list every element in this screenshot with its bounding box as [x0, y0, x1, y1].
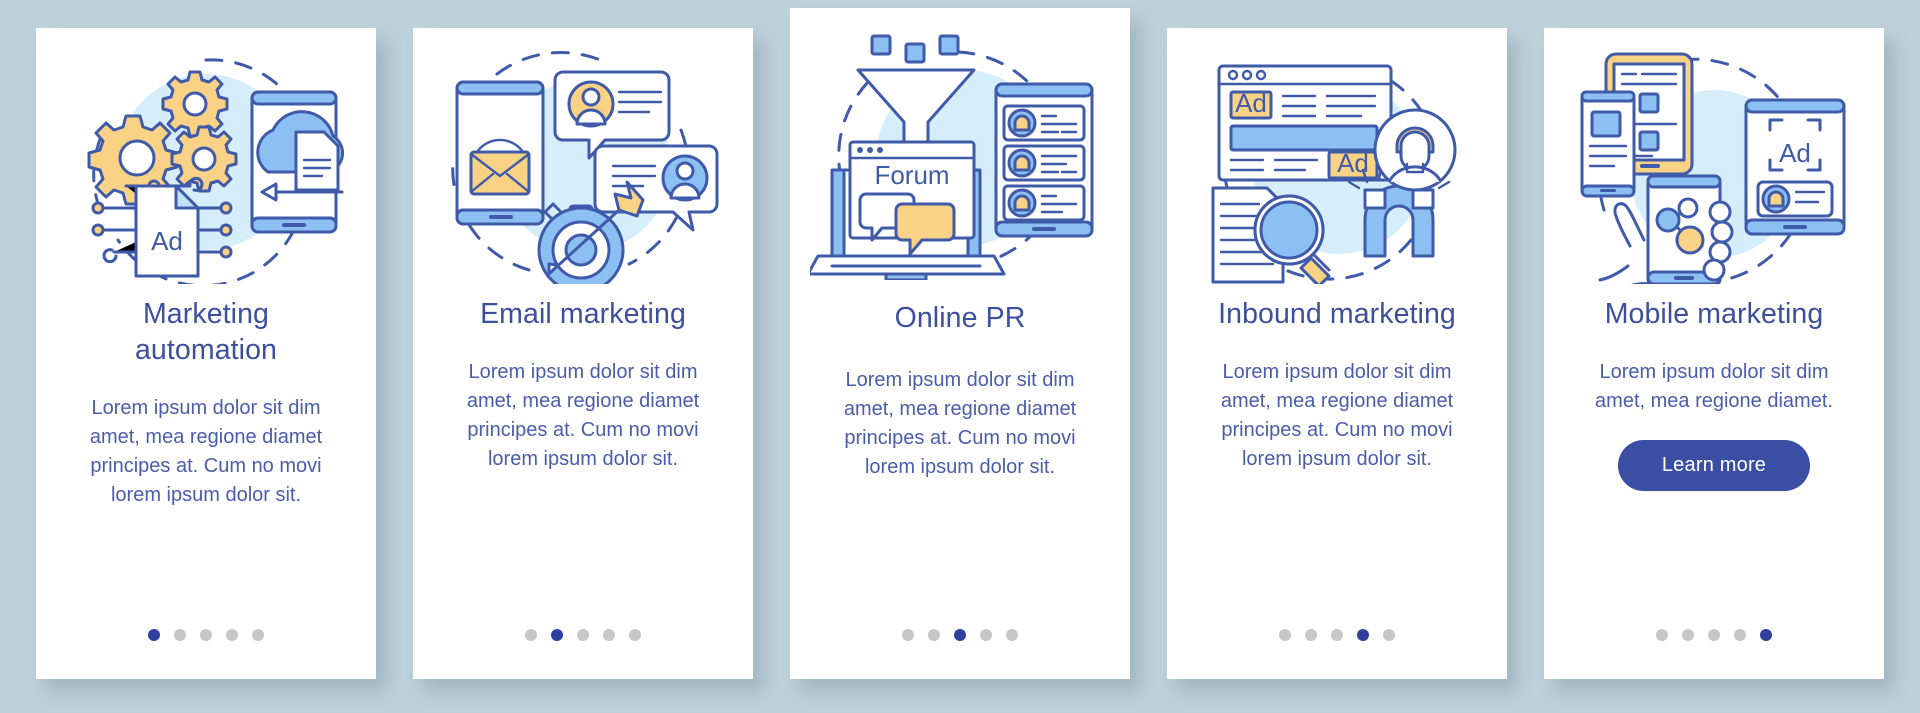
- pagination-dot[interactable]: [551, 629, 563, 641]
- pagination-dot[interactable]: [980, 629, 992, 641]
- pagination-dot[interactable]: [902, 629, 914, 641]
- card-title: Inbound marketing: [1218, 298, 1456, 330]
- inbound-marketing-illustration: Ad Ad: [1167, 28, 1507, 290]
- card-body: Lorem ipsum dolor sit dim amet, mea regi…: [89, 397, 323, 506]
- online-pr-illustration: Forum: [790, 8, 1130, 290]
- pagination-dot[interactable]: [928, 629, 940, 641]
- pagination-dot[interactable]: [148, 629, 160, 641]
- card-title: Marketing automation: [134, 298, 277, 366]
- ad-label: Ad: [1779, 138, 1811, 168]
- card-title: Email marketing: [480, 298, 686, 330]
- card-body: Lorem ipsum dolor sit dim amet, mea regi…: [466, 361, 700, 470]
- pagination-dot[interactable]: [1760, 629, 1772, 641]
- pagination-dots[interactable]: [1544, 629, 1884, 641]
- onboarding-card-marketing-automation[interactable]: Ad Marketing automation Lorem ipsum dolor…: [36, 28, 376, 679]
- pagination-dots[interactable]: [413, 629, 753, 641]
- pagination-dots[interactable]: [36, 629, 376, 641]
- pagination-dot[interactable]: [1708, 629, 1720, 641]
- pagination-dot[interactable]: [525, 629, 537, 641]
- pagination-dot[interactable]: [1279, 629, 1291, 641]
- card-body: Lorem ipsum dolor sit dim amet, mea regi…: [1595, 361, 1833, 412]
- card-title: Mobile marketing: [1604, 298, 1824, 330]
- onboarding-card-email-marketing[interactable]: Email marketing Lorem ipsum dolor sit di…: [413, 28, 753, 679]
- pagination-dot[interactable]: [1656, 629, 1668, 641]
- learn-more-button[interactable]: Learn more: [1617, 440, 1811, 491]
- ad-label: Ad: [151, 226, 183, 256]
- card-title: Online PR: [894, 302, 1026, 334]
- pagination-dot[interactable]: [1006, 629, 1018, 641]
- pagination-dot[interactable]: [603, 629, 615, 641]
- pagination-dot[interactable]: [1734, 629, 1746, 641]
- card-body: Lorem ipsum dolor sit dim amet, mea regi…: [843, 369, 1077, 478]
- ad-label: Ad: [1235, 88, 1267, 118]
- onboarding-screens-board: Ad Marketing automation Lorem ipsum dolor…: [0, 0, 1920, 713]
- onboarding-card-online-pr[interactable]: Forum Online PR Lorem ipsum dolor sit di…: [790, 8, 1130, 679]
- marketing-automation-illustration: Ad: [36, 28, 376, 290]
- onboarding-card-inbound-marketing[interactable]: Ad Ad Inbound marketing Lorem ipsum dolo…: [1167, 28, 1507, 679]
- onboarding-card-mobile-marketing[interactable]: Ad Mobile marketing Lorem ipsum dolor si…: [1544, 28, 1884, 679]
- pagination-dot[interactable]: [226, 629, 238, 641]
- pagination-dots[interactable]: [1167, 629, 1507, 641]
- pagination-dot[interactable]: [1331, 629, 1343, 641]
- pagination-dot[interactable]: [629, 629, 641, 641]
- forum-label: Forum: [874, 160, 949, 190]
- pagination-dot[interactable]: [1357, 629, 1369, 641]
- pagination-dot[interactable]: [1383, 629, 1395, 641]
- email-marketing-illustration: [413, 28, 753, 290]
- pagination-dot[interactable]: [1305, 629, 1317, 641]
- pagination-dot[interactable]: [1682, 629, 1694, 641]
- mobile-marketing-illustration: Ad: [1544, 28, 1884, 290]
- pagination-dot[interactable]: [577, 629, 589, 641]
- pagination-dot[interactable]: [174, 629, 186, 641]
- pagination-dots[interactable]: [790, 629, 1130, 641]
- pagination-dot[interactable]: [252, 629, 264, 641]
- pagination-dot[interactable]: [200, 629, 212, 641]
- card-body: Lorem ipsum dolor sit dim amet, mea regi…: [1220, 361, 1454, 470]
- pagination-dot[interactable]: [954, 629, 966, 641]
